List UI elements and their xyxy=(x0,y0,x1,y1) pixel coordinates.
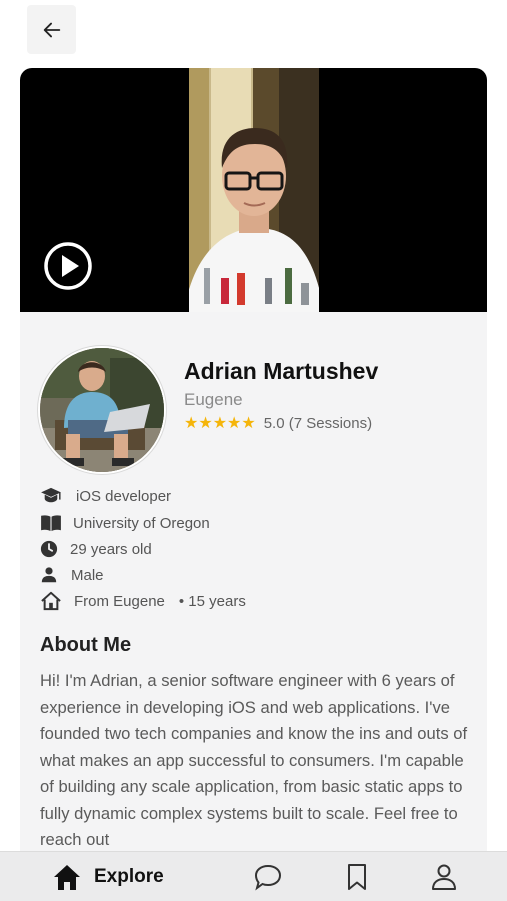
fact-hometown-text: From Eugene xyxy=(74,592,165,610)
tab-explore[interactable]: Explore xyxy=(52,852,164,901)
home-icon xyxy=(54,864,80,890)
clock-icon xyxy=(40,539,66,559)
tab-saved[interactable] xyxy=(345,852,369,901)
video-frame xyxy=(189,68,319,312)
person-icon xyxy=(40,565,66,585)
fact-gender: Male xyxy=(40,565,104,585)
arrow-left-icon xyxy=(43,22,60,37)
tab-profile[interactable] xyxy=(431,852,457,901)
fact-age: 29 years old xyxy=(40,539,152,559)
back-button[interactable] xyxy=(27,5,76,54)
home-icon xyxy=(40,591,66,611)
rating-row: ★★★★★ 5.0 (7 Sessions) xyxy=(184,415,372,432)
chat-icon xyxy=(254,864,282,890)
fact-age-text: 29 years old xyxy=(70,540,152,558)
fact-education: University of Oregon xyxy=(40,513,210,533)
rating-stars: ★★★★★ xyxy=(184,414,256,432)
intro-video[interactable] xyxy=(20,68,487,312)
fact-hometown: From Eugene • 15 years xyxy=(40,591,246,611)
bottom-tab-bar: Explore xyxy=(0,851,507,901)
fact-occupation-text: iOS developer xyxy=(76,487,172,505)
profile-name: Adrian Martushev xyxy=(184,358,379,384)
fact-hometown-duration: • 15 years xyxy=(178,592,246,610)
tab-explore-label: Explore xyxy=(94,865,164,887)
fact-gender-text: Male xyxy=(71,566,104,584)
rating-text: 5.0 (7 Sessions) xyxy=(263,415,373,432)
about-text: Hi! I'm Adrian, a senior software engine… xyxy=(40,671,468,849)
tab-messages[interactable] xyxy=(253,852,283,901)
graduation-cap-icon xyxy=(40,486,66,506)
profile-icon xyxy=(432,864,456,890)
play-icon[interactable] xyxy=(43,241,93,291)
profile-card: Adrian Martushev Eugene ★★★★★ 5.0 (7 Ses… xyxy=(20,68,487,868)
book-icon xyxy=(40,513,66,533)
about-title: About Me xyxy=(40,634,132,656)
bookmark-icon xyxy=(348,863,366,890)
fact-education-text: University of Oregon xyxy=(73,514,210,532)
profile-location: Eugene xyxy=(184,390,243,409)
avatar xyxy=(38,346,166,474)
fact-occupation: iOS developer xyxy=(40,486,171,506)
